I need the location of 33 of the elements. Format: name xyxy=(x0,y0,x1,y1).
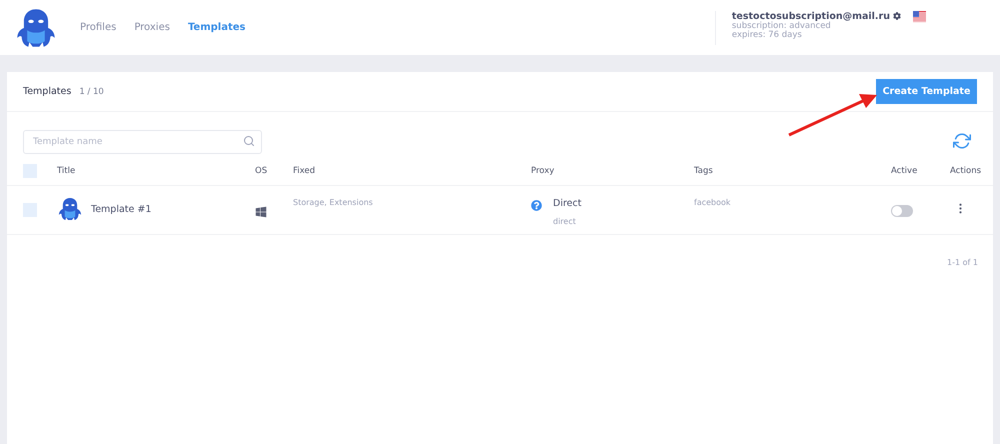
account-email: testoctosubscription@mail.ru xyxy=(732,10,890,22)
create-template-button[interactable]: Create Template xyxy=(876,79,977,104)
column-header: Fixed xyxy=(293,166,316,176)
settings-icon[interactable] xyxy=(893,12,901,20)
help-icon[interactable] xyxy=(531,200,542,211)
proxy-type: direct xyxy=(553,217,576,226)
octopus-logo xyxy=(57,196,83,222)
row-checkbox[interactable] xyxy=(23,203,37,217)
windows-icon xyxy=(255,206,267,218)
nav-tab[interactable]: Profiles xyxy=(80,22,116,33)
select-all-checkbox[interactable] xyxy=(23,164,37,178)
flag-icon[interactable] xyxy=(913,10,926,22)
column-header: Active xyxy=(891,166,918,176)
pagination-text: 1-1 of 1 xyxy=(947,258,978,267)
column-header: Actions xyxy=(950,166,982,176)
nav-tab[interactable]: Proxies xyxy=(134,22,170,33)
template-count: 1 / 10 xyxy=(79,86,104,96)
column-header: OS xyxy=(255,166,268,176)
search-field[interactable]: Template name xyxy=(23,130,262,154)
nav-tab[interactable]: Templates xyxy=(188,22,246,33)
proxy-name: Direct xyxy=(553,198,582,209)
column-header: Proxy xyxy=(531,166,556,176)
search-icon xyxy=(243,135,255,147)
fixed-text: Storage, Extensions xyxy=(293,198,374,207)
card-title: Templates xyxy=(23,86,72,97)
tag-text: facebook xyxy=(694,198,732,207)
refresh-icon[interactable] xyxy=(953,132,971,150)
column-header: Tags xyxy=(694,166,714,176)
template-title[interactable]: Template #1 xyxy=(91,204,152,214)
active-toggle[interactable] xyxy=(891,205,913,217)
expires-text: expires: 76 days xyxy=(732,31,803,42)
subscription-text: subscription: advanced xyxy=(732,22,831,30)
column-header: Title xyxy=(57,166,76,176)
